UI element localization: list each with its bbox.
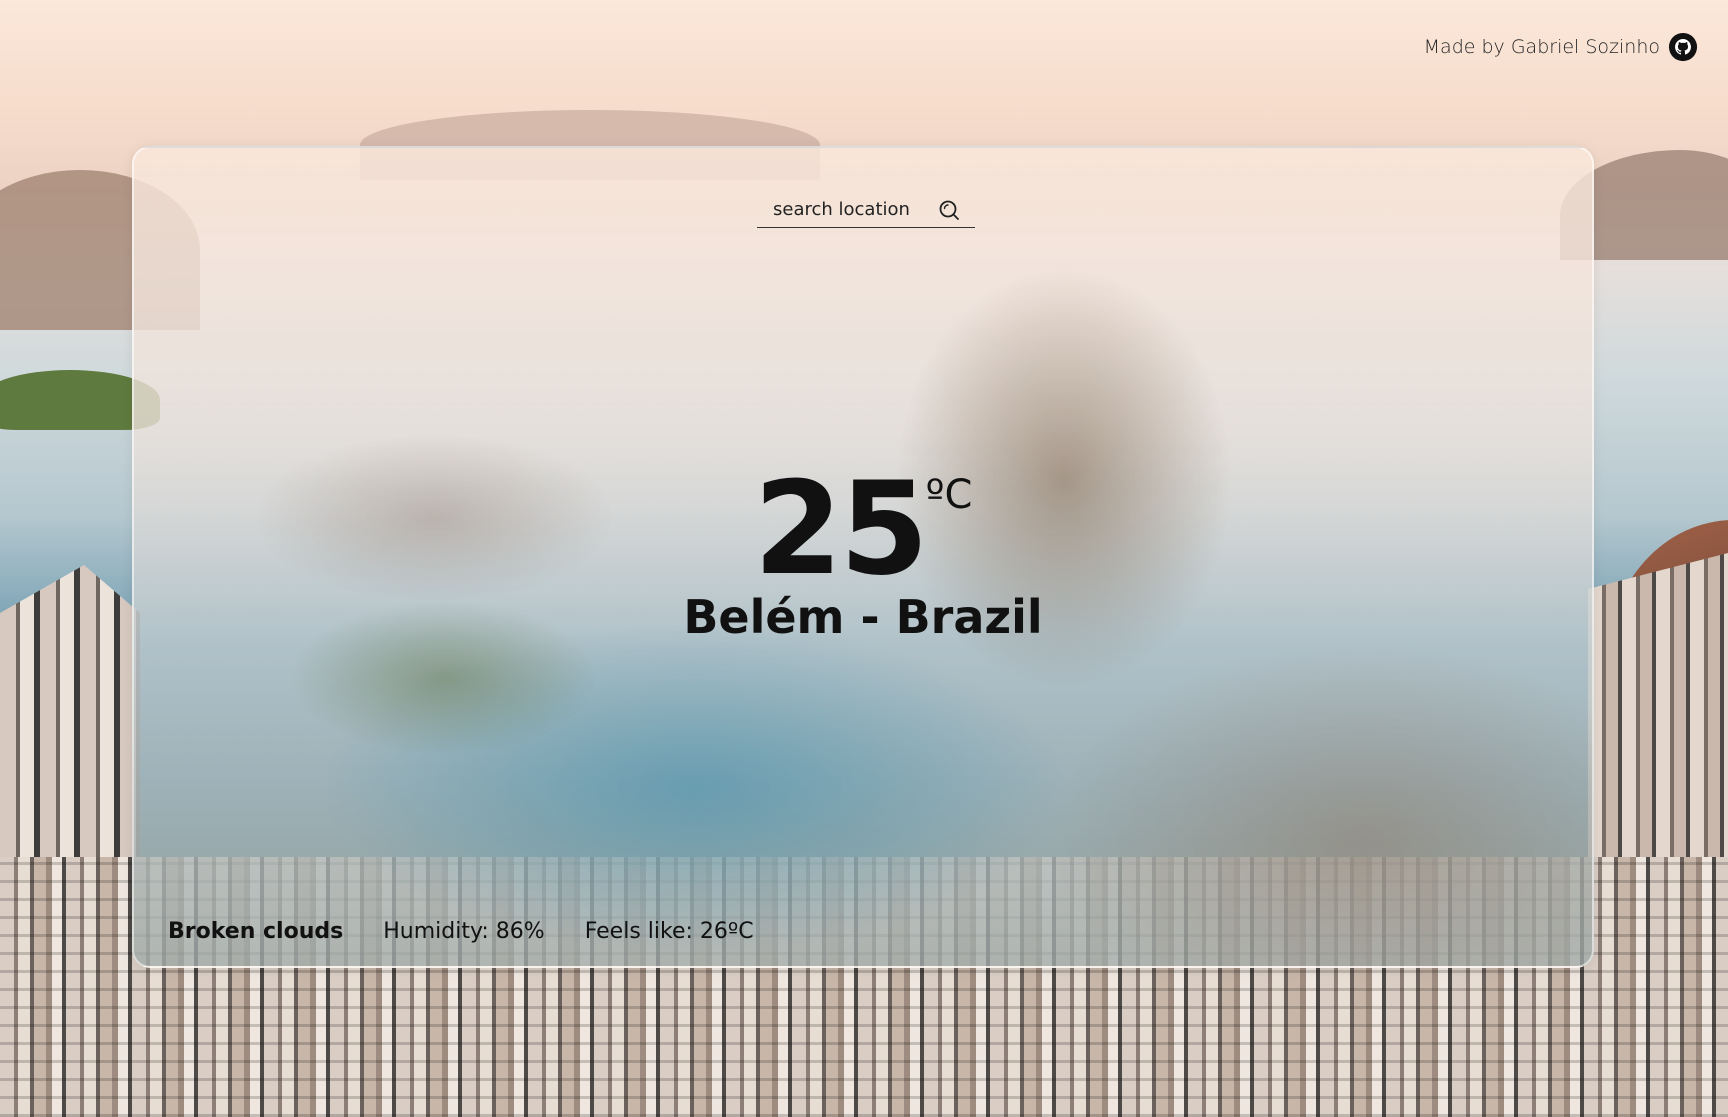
search-bar [757,196,975,228]
github-icon[interactable] [1668,32,1698,62]
temperature-value: 25 [753,455,929,604]
search-button[interactable] [937,198,961,222]
author-credit-text: Made by Gabriel Sozinho [1423,36,1660,58]
search-icon [939,200,959,220]
humidity-value: Humidity: 86% [383,919,545,944]
weather-description: Broken clouds [168,919,344,944]
temperature-display: 25 ºC [134,466,1592,594]
location-name: Belém - Brazil [683,590,1043,644]
search-input[interactable] [773,199,933,220]
author-credit[interactable]: Made by Gabriel Sozinho [1424,32,1698,62]
weather-card: 25 ºC Belém - Brazil Broken clouds Humid… [132,146,1594,968]
feels-like-value: Feels like: 26ºC [584,919,754,944]
temperature-unit: ºC [925,472,973,518]
weather-details: Broken clouds Humidity: 86% Feels like: … [168,919,754,944]
